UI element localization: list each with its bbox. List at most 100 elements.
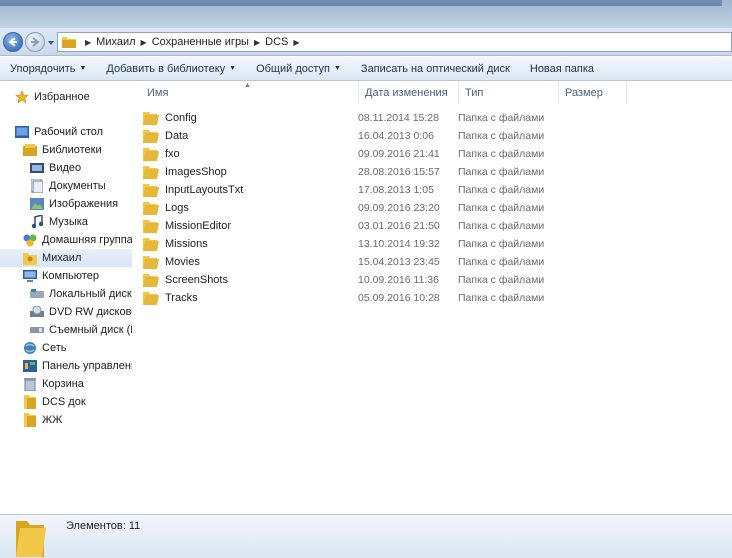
folder-icon (143, 112, 159, 125)
nav-item-removable-disk[interactable]: Съемный диск (F:) (29, 321, 132, 339)
file-date: 10.09.2016 11:36 (358, 274, 439, 286)
recent-pages-dropdown-icon[interactable] (47, 39, 55, 47)
nav-item-libraries[interactable]: Библиотеки (22, 141, 102, 159)
nav-label: Домашняя группа (42, 234, 132, 246)
file-date: 28.08.2016 15:57 (358, 166, 440, 178)
nav-label: Съемный диск (F:) (49, 324, 132, 336)
file-name: fxo (165, 148, 180, 160)
forward-arrow-icon (31, 37, 40, 47)
file-date: 17.08.2013 1:05 (358, 184, 434, 196)
file-date: 03.01.2016 21:50 (358, 220, 440, 232)
file-type: Папка с файлами (458, 184, 545, 196)
chevron-right-icon[interactable]: ▶ (85, 38, 91, 47)
network-icon (22, 340, 38, 356)
nav-label: Музыка (49, 216, 88, 228)
chevron-right-icon[interactable]: ▶ (141, 38, 147, 47)
nav-item-pictures[interactable]: Изображения (29, 195, 118, 213)
nav-label: Рабочий стол (34, 126, 104, 138)
breadcrumb-dcs[interactable]: DCS (265, 36, 288, 48)
nav-item-network[interactable]: Сеть (22, 339, 66, 357)
folder-icon (22, 394, 38, 410)
folder-icon (143, 256, 159, 269)
nav-item-documents[interactable]: Документы (29, 177, 106, 195)
column-header-label: Размер (565, 87, 603, 99)
burn-label: Записать на оптический диск (360, 62, 510, 75)
nav-item-computer[interactable]: Компьютер (22, 267, 99, 285)
file-row[interactable]: ImagesShop 28.08.2016 15:57 Папка с файл… (143, 163, 565, 181)
file-row[interactable]: Data 16.04.2013 0:06 Папка с файлами (143, 127, 565, 145)
file-type: Папка с файлами (458, 292, 545, 304)
file-row[interactable]: InputLayoutsTxt 17.08.2013 1:05 Папка с … (143, 181, 565, 199)
nav-item-desktop[interactable]: Рабочий стол (14, 123, 103, 141)
recycle-bin-icon (22, 376, 38, 392)
column-header-size[interactable]: Размер (559, 82, 627, 104)
nav-item-video[interactable]: Видео (29, 159, 81, 177)
nav-item-local-disk[interactable]: Локальный диск (С (29, 285, 132, 303)
new-folder-button[interactable]: Новая папка (520, 57, 604, 81)
file-date: 09.09.2016 21:41 (358, 148, 440, 160)
file-name: Data (165, 130, 189, 142)
nav-item-user[interactable]: Михаил (0, 249, 132, 267)
nav-item-zhzh[interactable]: ЖЖ (22, 411, 62, 429)
status-bar: Элементов: 11 (0, 514, 732, 558)
folder-icon (143, 220, 159, 233)
column-header-date[interactable]: Дата изменения (359, 82, 459, 104)
nav-item-control-panel[interactable]: Панель управления (22, 357, 132, 375)
file-name: ImagesShop (165, 166, 227, 178)
nav-item-recycle-bin[interactable]: Корзина (22, 375, 84, 393)
file-row[interactable]: MissionEditor 03.01.2016 21:50 Папка с ф… (143, 217, 565, 235)
back-button[interactable] (3, 32, 23, 52)
forward-button[interactable] (25, 32, 45, 52)
breadcrumb-saved-games[interactable]: Сохраненные игры (152, 36, 249, 48)
nav-label: ЖЖ (42, 414, 63, 426)
file-type: Папка с файлами (458, 274, 545, 286)
nav-item-homegroup[interactable]: Домашняя группа (22, 231, 132, 249)
homegroup-icon (22, 232, 38, 248)
file-date: 09.09.2016 23:20 (358, 202, 440, 214)
file-name: Config (165, 112, 197, 124)
add-to-library-button[interactable]: Добавить в библиотеку ▼ (96, 57, 246, 81)
back-arrow-icon (8, 37, 17, 47)
file-name: Logs (165, 202, 189, 214)
column-header-label: Имя (147, 87, 169, 99)
file-row[interactable]: ScreenShots 10.09.2016 11:36 Папка с фай… (143, 271, 565, 289)
folder-icon (143, 238, 159, 251)
file-row[interactable]: Logs 09.09.2016 23:20 Папка с файлами (143, 199, 565, 217)
nav-item-dcs-doc[interactable]: DCS док (22, 393, 86, 411)
file-row[interactable]: Movies 15.04.2013 23:45 Папка с файлами (143, 253, 565, 271)
folder-icon (62, 37, 76, 48)
file-row[interactable]: Tracks 05.09.2016 10:28 Папка с файлами (143, 289, 565, 307)
organize-label: Упорядочить (10, 62, 76, 75)
nav-item-music[interactable]: Музыка (29, 213, 88, 231)
chevron-down-icon: ▼ (229, 65, 237, 72)
file-type: Папка с файлами (458, 148, 545, 160)
file-row[interactable]: fxo 09.09.2016 21:41 Папка с файлами (143, 145, 565, 163)
file-name: Missions (165, 238, 208, 250)
chevron-right-icon[interactable]: ▶ (254, 38, 260, 47)
address-bar[interactable]: ▶ Михаил ▶ Сохраненные игры ▶ DCS ▶ (57, 32, 732, 52)
window-frame (0, 0, 732, 30)
file-type: Папка с файлами (458, 256, 545, 268)
nav-item-dvd-drive[interactable]: DVD RW дисковод (29, 303, 132, 321)
burn-button[interactable]: Записать на оптический диск (351, 57, 520, 81)
control-panel-icon (22, 358, 38, 374)
file-type: Папка с файлами (458, 220, 545, 232)
breadcrumb-user[interactable]: Михаил (96, 36, 135, 48)
file-type: Папка с файлами (458, 130, 545, 142)
file-row[interactable]: Missions 13.10.2014 19:32 Папка с файлам… (143, 235, 565, 253)
share-button[interactable]: Общий доступ ▼ (246, 57, 351, 81)
file-type: Папка с файлами (458, 112, 545, 124)
desktop-icon (14, 124, 30, 140)
document-icon (29, 178, 45, 194)
file-date: 05.09.2016 10:28 (358, 292, 440, 304)
nav-item-favorites[interactable]: Избранное (14, 88, 90, 106)
window-frame-edge (0, 0, 722, 6)
organize-button[interactable]: Упорядочить ▼ (0, 57, 96, 81)
file-row[interactable]: Config 08.11.2014 15:28 Папка с файлами (143, 109, 565, 127)
chevron-right-icon[interactable]: ▶ (293, 38, 299, 47)
column-header-type[interactable]: Тип (459, 82, 559, 104)
dvd-drive-icon (29, 304, 45, 320)
nav-label: Корзина (42, 378, 84, 390)
folder-icon (143, 274, 159, 287)
share-label: Общий доступ (256, 62, 330, 75)
